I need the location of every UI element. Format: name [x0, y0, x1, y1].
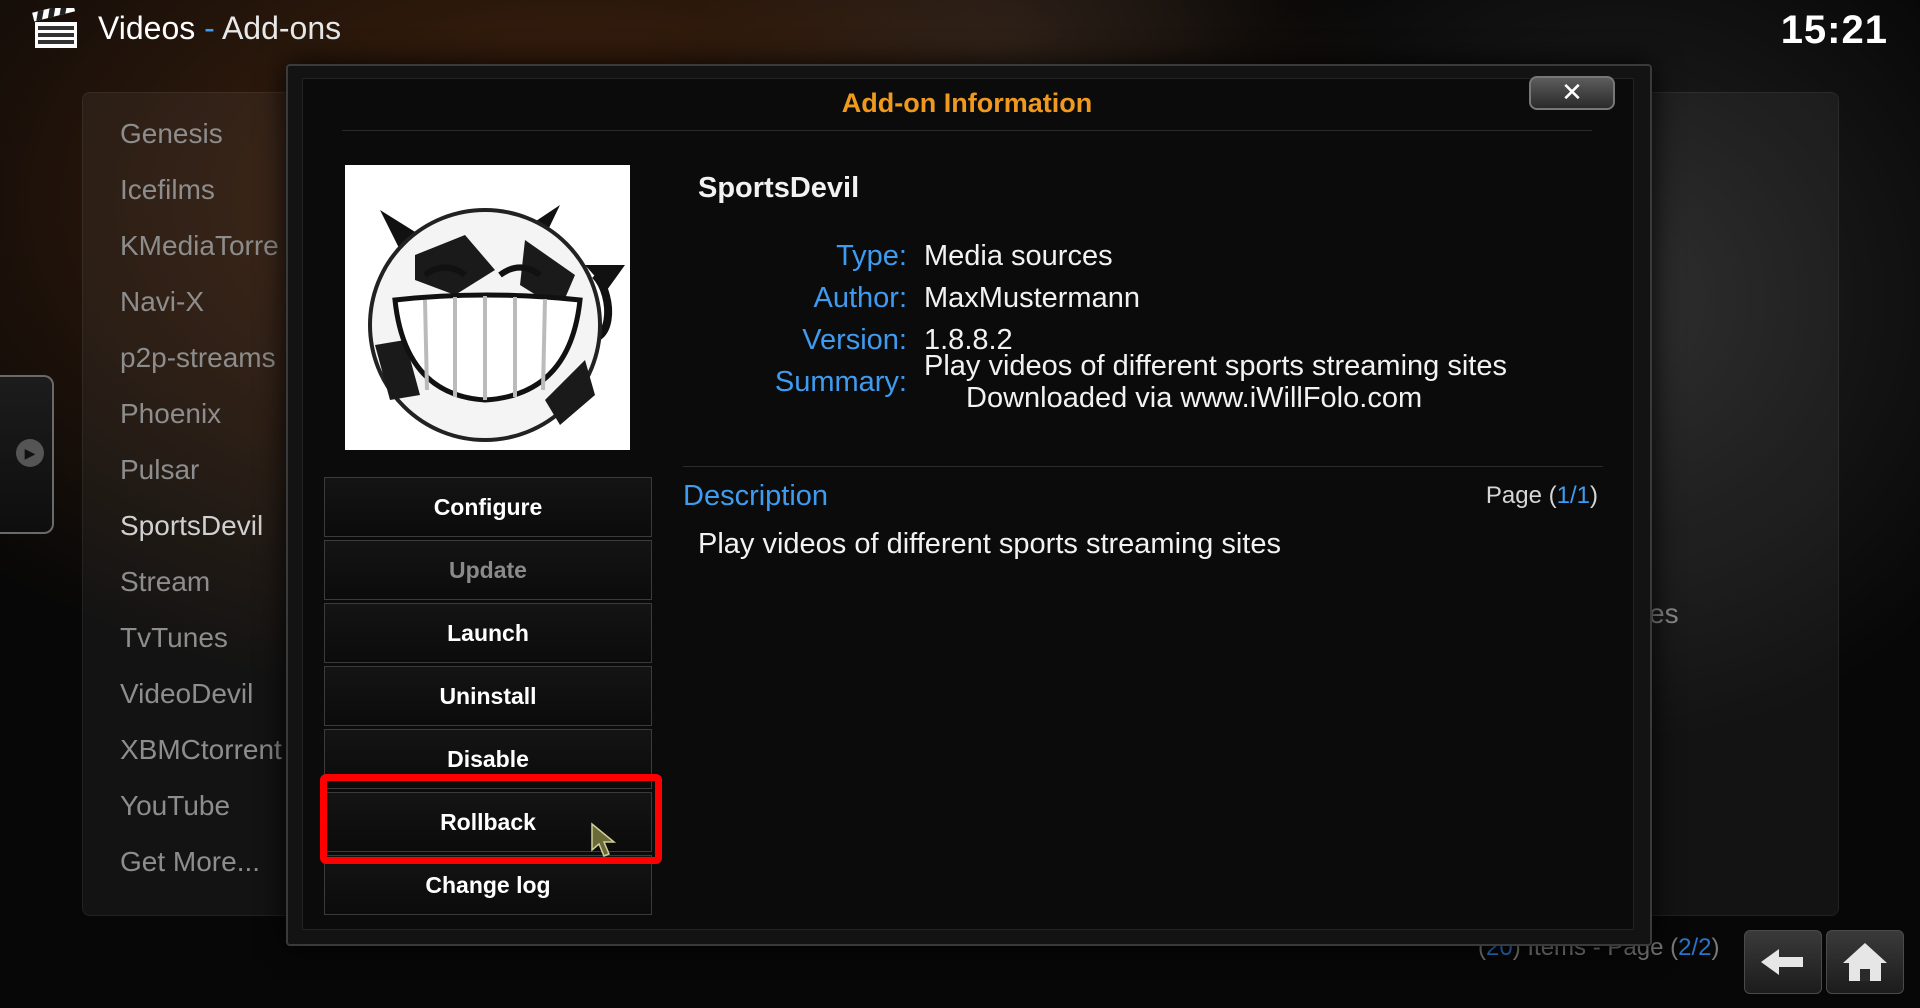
- list-item[interactable]: VideoDevil: [120, 678, 282, 734]
- back-arrow-icon: [1761, 949, 1803, 975]
- home-icon: [1843, 943, 1887, 981]
- addon-name: SportsDevil: [698, 172, 860, 204]
- version-label: Version:: [802, 324, 907, 356]
- description-header: Description: [683, 480, 829, 512]
- dialog-title: Add-on Information: [841, 88, 1093, 118]
- list-item-selected[interactable]: SportsDevil: [120, 510, 282, 566]
- configure-button[interactable]: Configure: [324, 477, 652, 537]
- author-label: Author:: [813, 282, 908, 314]
- changelog-button[interactable]: Change log: [324, 855, 652, 915]
- description-text: Play videos of different sports streamin…: [698, 528, 1281, 560]
- page-label: Page: [1485, 482, 1542, 509]
- back-button[interactable]: [1744, 930, 1822, 994]
- list-item[interactable]: TvTunes: [120, 622, 282, 678]
- mouse-cursor-icon: [591, 822, 617, 857]
- page-indicator: Page (1/1): [1485, 482, 1598, 509]
- side-menu-tab[interactable]: ▶: [0, 375, 54, 534]
- sportsdevil-logo: [368, 205, 625, 442]
- list-item[interactable]: p2p-streams: [120, 342, 282, 398]
- launch-button[interactable]: Launch: [324, 603, 652, 663]
- breadcrumb-section: Videos: [98, 10, 196, 46]
- page-number: 2/2: [1678, 934, 1712, 961]
- top-bar: Videos - Add-ons 15:21: [0, 0, 1920, 62]
- type-value: Media sources: [924, 240, 1113, 272]
- summary-line-1: Play videos of different sports streamin…: [924, 350, 1507, 382]
- addon-list: Genesis Icefilms KMediaTorre Navi-X p2p-…: [120, 118, 282, 902]
- clock: 15:21: [1780, 8, 1888, 52]
- author-value: MaxMustermann: [924, 282, 1140, 314]
- description-divider: [683, 466, 1603, 467]
- page-value: 1/1: [1556, 482, 1590, 509]
- summary-line-2: Downloaded via www.iWillFolo.com: [966, 382, 1423, 414]
- list-item[interactable]: YouTube: [120, 790, 282, 846]
- list-item[interactable]: Pulsar: [120, 454, 282, 510]
- home-button[interactable]: [1826, 930, 1904, 994]
- clapperboard-icon: [32, 8, 77, 48]
- addon-thumbnail: [345, 165, 630, 450]
- list-item[interactable]: Stream: [120, 566, 282, 622]
- title-divider: [342, 130, 1592, 131]
- list-item[interactable]: Icefilms: [120, 174, 282, 230]
- close-icon: ✕: [1561, 77, 1583, 107]
- get-more-item[interactable]: Get More...: [120, 846, 282, 902]
- list-item[interactable]: Genesis: [120, 118, 282, 174]
- close-button[interactable]: ✕: [1529, 76, 1615, 110]
- play-arrow-icon: ▶: [16, 439, 44, 467]
- breadcrumb-separator: -: [204, 10, 215, 46]
- uninstall-button[interactable]: Uninstall: [324, 666, 652, 726]
- breadcrumb: Videos - Add-ons: [98, 10, 341, 47]
- list-item[interactable]: Navi-X: [120, 286, 282, 342]
- summary-label: Summary:: [774, 366, 907, 398]
- type-label: Type:: [836, 240, 907, 272]
- list-item[interactable]: XBMCtorrent: [120, 734, 282, 790]
- update-button[interactable]: Update: [324, 540, 652, 600]
- breadcrumb-subsection: Add-ons: [221, 10, 342, 46]
- list-item[interactable]: KMediaTorre: [120, 230, 282, 286]
- list-item[interactable]: Phoenix: [120, 398, 282, 454]
